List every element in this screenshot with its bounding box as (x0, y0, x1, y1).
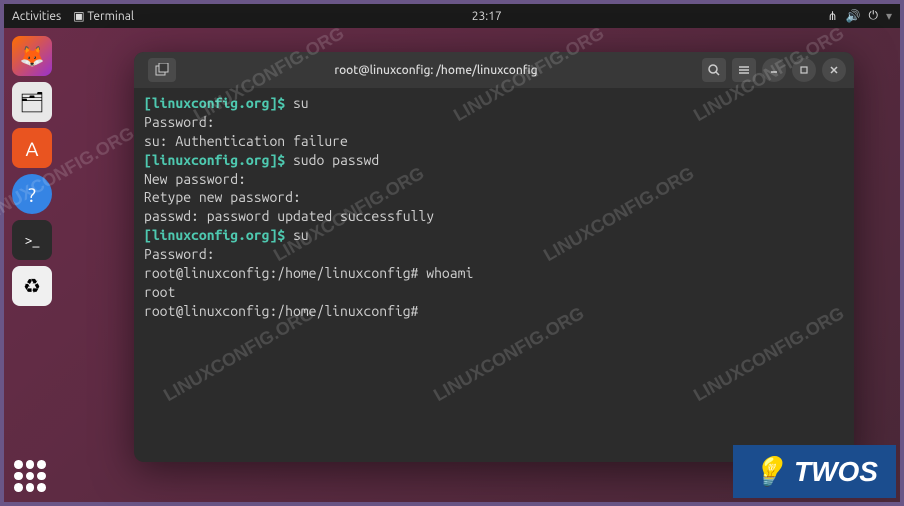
minimize-button[interactable] (762, 58, 786, 82)
clock[interactable]: 23:17 (146, 10, 827, 23)
twos-badge: 💡 TWOS (733, 445, 896, 498)
system-menu-chevron-icon[interactable]: ▾ (886, 9, 892, 23)
search-button[interactable] (702, 58, 726, 82)
minimize-icon (769, 65, 779, 75)
search-icon (708, 64, 720, 76)
badge-text: TWOS (794, 456, 878, 488)
maximize-icon (799, 65, 809, 75)
help-launcher[interactable]: ? (12, 174, 52, 214)
network-icon[interactable]: ⋔ (827, 9, 837, 23)
new-tab-button[interactable] (148, 58, 176, 82)
close-button[interactable] (822, 58, 846, 82)
window-title: root@linuxconfig: /home/linuxconfig (176, 64, 696, 77)
terminal-launcher[interactable]: >_ (12, 220, 52, 260)
close-icon (829, 65, 839, 75)
top-bar: Activities ▣ Terminal 23:17 ⋔ 🔊 ⏻ ▾ (4, 4, 900, 28)
power-icon[interactable]: ⏻ (868, 9, 878, 23)
terminal-topbar-icon: ▣ (73, 10, 87, 23)
window-titlebar[interactable]: root@linuxconfig: /home/linuxconfig (134, 52, 854, 88)
volume-icon[interactable]: 🔊 (846, 9, 861, 23)
trash-launcher[interactable]: ♻ (12, 266, 52, 306)
files-launcher[interactable]: 🗂 (12, 82, 52, 122)
dock: 🦊 🗂 A ? >_ ♻ (8, 32, 56, 498)
new-tab-icon (155, 63, 169, 77)
software-launcher[interactable]: A (12, 128, 52, 168)
maximize-button[interactable] (792, 58, 816, 82)
current-app-indicator[interactable]: ▣ Terminal (73, 9, 134, 23)
terminal-output[interactable]: [linuxconfig.org]$ suPassword:su: Authen… (134, 88, 854, 462)
terminal-window: root@linuxconfig: /home/linuxconfig [lin… (134, 52, 854, 462)
menu-button[interactable] (732, 58, 756, 82)
show-applications-button[interactable] (14, 460, 46, 492)
firefox-launcher[interactable]: 🦊 (12, 36, 52, 76)
hamburger-icon (738, 64, 750, 76)
activities-button[interactable]: Activities (12, 10, 61, 23)
lightbulb-icon: 💡 (751, 455, 786, 488)
